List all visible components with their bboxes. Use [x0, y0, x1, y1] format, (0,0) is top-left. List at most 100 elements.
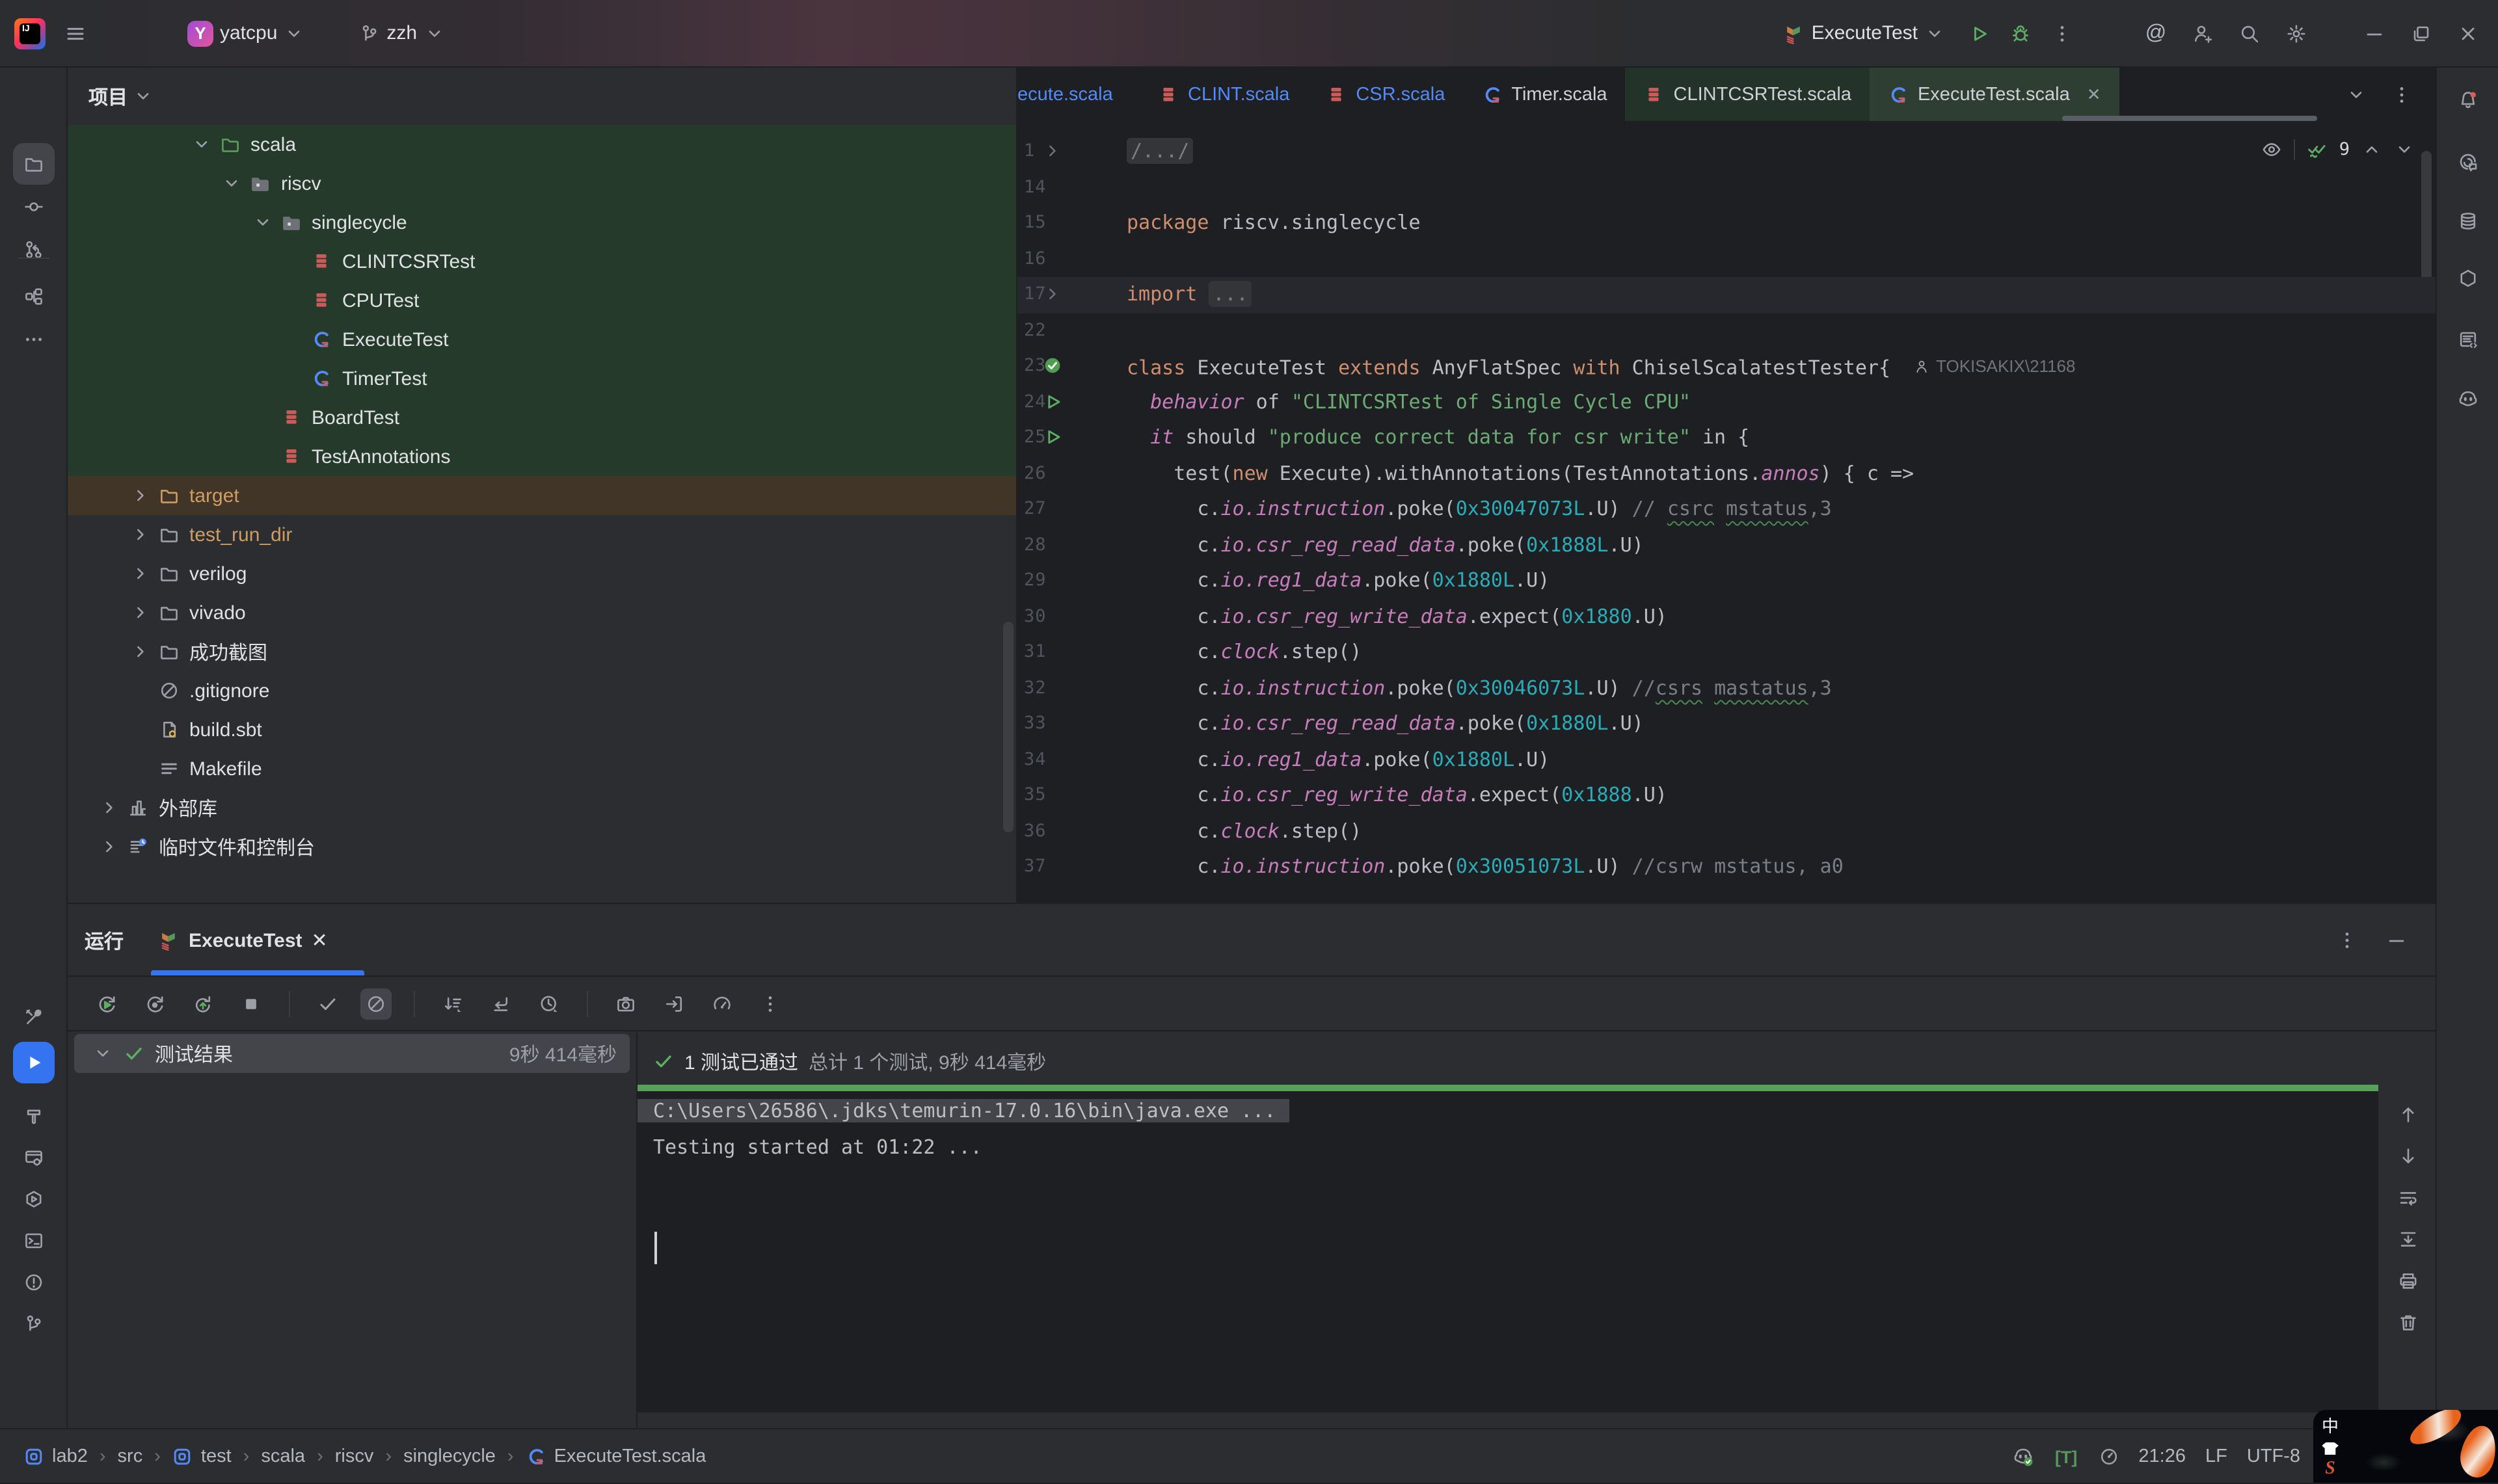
ime-language-indicator[interactable]: 中 [2322, 1412, 2339, 1437]
tool-strip-structure[interactable] [13, 276, 55, 317]
main-menu-button[interactable] [56, 16, 95, 50]
debug-button[interactable] [2004, 16, 2037, 50]
tool-strip-problems[interactable] [13, 1262, 55, 1303]
code-line-28[interactable]: 28c.io.csr_reg_read_data.poke(0x1888L.U) [1017, 527, 2436, 563]
code-line-16[interactable]: 16 [1017, 241, 2436, 277]
chevron-right-icon[interactable] [129, 602, 150, 623]
more-options-button[interactable] [755, 988, 786, 1019]
tree-item-riscv[interactable]: riscv [68, 164, 1017, 203]
code-line-14[interactable]: 14 [1017, 170, 2436, 205]
chevron-down-icon[interactable] [252, 212, 273, 233]
chevron-down-icon[interactable] [191, 134, 211, 155]
close-icon[interactable]: ✕ [312, 929, 328, 952]
tree-item-verilog[interactable]: verilog [68, 554, 1017, 593]
chevron-down-icon[interactable] [133, 86, 154, 107]
tool-strip-version-control[interactable] [13, 1303, 55, 1345]
tool-strip-more-tools[interactable] [13, 319, 55, 360]
test-results-row[interactable]: 测试结果 9秒 414毫秒 [74, 1034, 630, 1073]
tool-strip-build[interactable] [13, 1095, 55, 1137]
file-encoding[interactable]: UTF-8 [2247, 1446, 2300, 1467]
code-line-17[interactable]: 17import ... [1017, 277, 2436, 313]
code-line-26[interactable]: 26test(new Execute).withAnnotations(Test… [1017, 456, 2436, 492]
code-line-37[interactable]: 37c.io.instruction.poke(0x30051073L.U) /… [1017, 849, 2436, 885]
line-separator[interactable]: LF [2205, 1446, 2227, 1467]
code-line-35[interactable]: 35c.io.csr_reg_write_data.expect(0x1888.… [1017, 778, 2436, 814]
navigate-with-single-click-button[interactable] [485, 988, 517, 1019]
minimize-button[interactable] [2357, 16, 2391, 50]
code-line-30[interactable]: 30c.io.csr_reg_write_data.expect(0x1880.… [1017, 599, 2436, 635]
code-editor[interactable]: 9 1/.../1415package riscv.singlecycle161… [1017, 122, 2436, 903]
clear-all-button[interactable] [2397, 1311, 2420, 1334]
vcs-widget[interactable]: zzh [350, 16, 453, 51]
chevron-right-icon[interactable] [129, 524, 150, 545]
search-everywhere-button[interactable] [2233, 16, 2266, 50]
editor-tab-clintcsrtest-scala[interactable]: CLINTCSRTest.scala [1626, 68, 1870, 121]
show-passed-button[interactable] [312, 988, 343, 1019]
copilot-status-icon[interactable] [2013, 1446, 2034, 1467]
project-scrollbar[interactable] [1003, 622, 1014, 832]
close-button[interactable] [2451, 16, 2485, 50]
code-line-1[interactable]: 1/.../ [1017, 134, 2436, 170]
code-line-36[interactable]: 36c.clock.step() [1017, 814, 2436, 849]
tree-item-clintcsrtest[interactable]: CLINTCSRTest [68, 242, 1017, 281]
code-line-31[interactable]: 31c.clock.step() [1017, 635, 2436, 670]
editor-tab-clint-scala[interactable]: CLINT.scala [1140, 68, 1308, 121]
more-vertical-icon[interactable] [2337, 930, 2357, 951]
code-line-32[interactable]: 32c.io.instruction.poke(0x30046073L.U) /… [1017, 670, 2436, 706]
tree-item-test-run-dir[interactable]: test_run_dir [68, 515, 1017, 554]
tool-strip-services[interactable] [13, 1137, 55, 1178]
breadcrumb-singlecycle[interactable]: singlecycle [403, 1446, 496, 1466]
tree-item-boardtest[interactable]: BoardTest [68, 398, 1017, 437]
tree-item-cputest[interactable]: CPUTest [68, 281, 1017, 320]
time-gauge-icon[interactable] [2098, 1446, 2119, 1467]
editor-tab-timer-scala[interactable]: Timer.scala [1463, 68, 1625, 121]
chevron-right-icon[interactable] [99, 797, 120, 818]
test-history-button[interactable] [533, 988, 565, 1019]
ime-skin-icon[interactable] [2322, 1442, 2339, 1455]
tree-item-timertest[interactable]: TimerTest [68, 359, 1017, 398]
chevron-right-icon[interactable] [129, 641, 150, 662]
tool-strip-project[interactable] [13, 143, 55, 185]
more-actions-button[interactable] [2045, 16, 2079, 50]
tool-strip-documentation[interactable] [2447, 319, 2489, 360]
tool-strip-ai-assistant[interactable] [2447, 142, 2489, 183]
breadcrumb-src[interactable]: src [118, 1446, 143, 1466]
code-with-me-button[interactable] [2186, 16, 2220, 50]
show-ignored-button[interactable] [360, 988, 392, 1019]
breadcrumb-executetest-scala[interactable]: ExecuteTest.scala [526, 1446, 706, 1466]
chevron-right-icon[interactable] [129, 485, 150, 506]
run-button[interactable] [1962, 16, 1996, 50]
chevron-right-icon[interactable] [129, 563, 150, 584]
tool-strip-terminal[interactable] [13, 1220, 55, 1262]
chevron-down-icon[interactable] [221, 173, 242, 194]
editor-tab-ecute-scala[interactable]: ecute.scala [1017, 68, 1140, 121]
notifications-button[interactable] [2447, 79, 2489, 121]
tool-strip-dependencies[interactable] [2447, 258, 2489, 299]
code-line-22[interactable]: 22 [1017, 313, 2436, 349]
code-line-27[interactable]: 27c.io.instruction.poke(0x30047073L.U) /… [1017, 492, 2436, 527]
tree-item-makefile[interactable]: Makefile [68, 749, 1017, 788]
toggle-auto-test-button[interactable] [187, 988, 219, 1019]
code-line-34[interactable]: 34c.io.reg1_data.poke(0x1880L.U) [1017, 742, 2436, 778]
close-icon[interactable]: ✕ [2087, 84, 2101, 105]
code-line-29[interactable]: 29c.io.reg1_data.poke(0x1880L.U) [1017, 563, 2436, 599]
print-button[interactable] [2397, 1269, 2420, 1293]
hide-panel-icon[interactable] [2386, 930, 2407, 951]
tree-item-临时文件和控制台[interactable]: 临时文件和控制台 [68, 827, 1017, 866]
ai-assistant-button[interactable]: @ [2139, 16, 2173, 50]
tree-item-testannotations[interactable]: TestAnnotations [68, 437, 1017, 476]
soft-wrap-button[interactable] [2397, 1186, 2420, 1210]
translation-plugin-badge[interactable]: [T] [2054, 1446, 2079, 1468]
run-tab-executetest[interactable]: ExecuteTest ✕ [151, 904, 336, 977]
tool-strip-profiler[interactable] [13, 1178, 55, 1220]
code-line-23[interactable]: 23class ExecuteTest extends AnyFlatSpec … [1017, 349, 2436, 384]
tree-item-executetest[interactable]: ExecuteTest [68, 320, 1017, 359]
ime-sogou-logo[interactable]: S [2325, 1459, 2335, 1480]
tool-strip-database[interactable] [2447, 200, 2489, 242]
rerun-button[interactable] [91, 988, 122, 1019]
tool-strip-run[interactable] [13, 1042, 55, 1083]
code-line-15[interactable]: 15package riscv.singlecycle [1017, 205, 2436, 241]
tool-strip-copilot-chat[interactable] [2447, 378, 2489, 420]
code-line-25[interactable]: 25it should "produce correct data for cs… [1017, 420, 2436, 456]
tool-strip-commit[interactable] [13, 186, 55, 228]
